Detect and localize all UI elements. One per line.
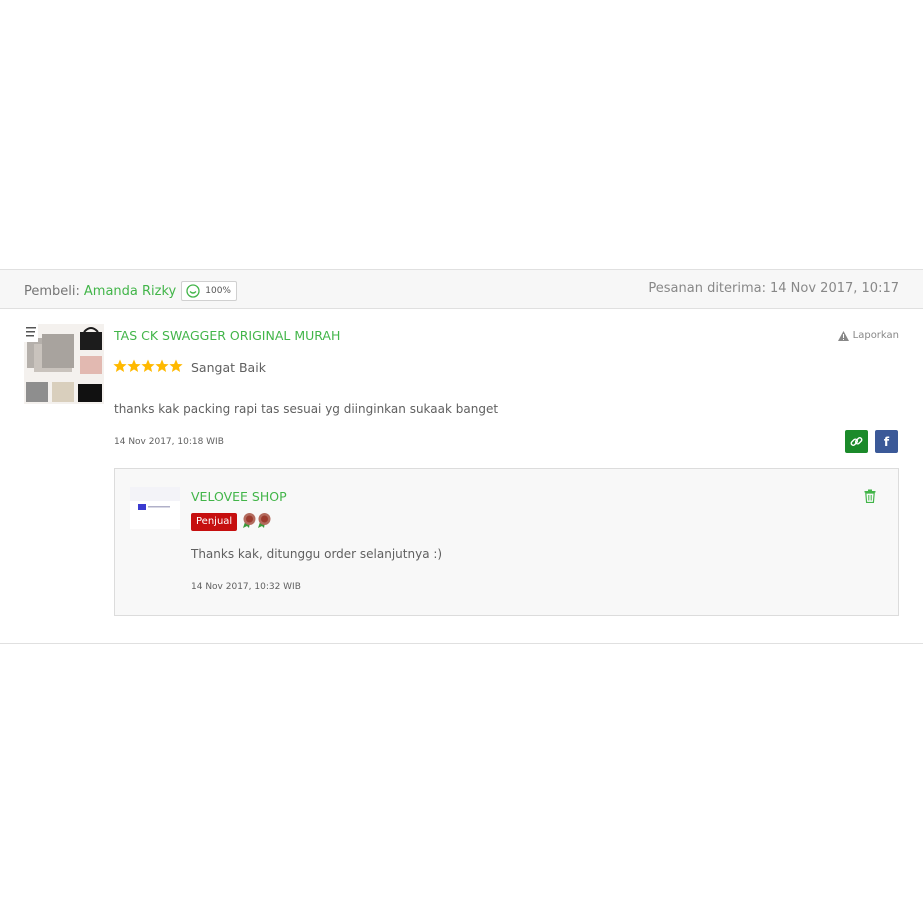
report-link[interactable]: Laporkan	[837, 330, 899, 341]
shop-logo	[130, 487, 180, 529]
facebook-share-button[interactable]: f	[875, 430, 898, 453]
reputation-badge[interactable]: 100%	[181, 281, 237, 301]
reputation-value: 100%	[205, 286, 231, 296]
star-icon	[141, 359, 155, 372]
smile-reputation-icon	[186, 284, 200, 298]
seller-badge: Penjual	[191, 513, 238, 531]
review-timestamp: 14 Nov 2017, 10:18 WIB	[114, 437, 224, 447]
buyer-name-link[interactable]: Amanda Rizky	[84, 284, 176, 299]
reply-message: Thanks kak, ditunggu order selanjutnya :…	[191, 547, 443, 561]
buyer-info: Pembeli: Amanda Rizky 100%	[24, 281, 237, 301]
rating-stars	[113, 359, 183, 373]
seller-medals[interactable]	[242, 512, 272, 529]
star-icon	[127, 359, 141, 372]
copy-link-button[interactable]	[845, 430, 868, 453]
order-date: 14 Nov 2017, 10:17	[770, 281, 899, 296]
star-icon	[169, 359, 183, 372]
delete-reply-button[interactable]	[864, 488, 876, 507]
reply-timestamp: 14 Nov 2017, 10:32 WIB	[191, 582, 301, 592]
review-header: Pembeli: Amanda Rizky 100% Pesanan diter…	[0, 270, 923, 309]
buyer-prefix: Pembeli:	[24, 283, 80, 299]
product-title-link[interactable]: TAS CK SWAGGER ORIGINAL MURAH	[114, 328, 340, 343]
review-card: Pembeli: Amanda Rizky 100% Pesanan diter…	[0, 269, 923, 644]
rating-label: Sangat Baik	[191, 360, 266, 375]
shop-avatar[interactable]	[130, 487, 180, 529]
product-image	[24, 324, 104, 404]
seller-reply: VELOVEE SHOP Penjual Thanks kak, ditungg…	[114, 468, 899, 616]
link-icon	[850, 437, 863, 446]
order-received: Pesanan diterima: 14 Nov 2017, 10:17	[648, 281, 899, 296]
review-message: thanks kak packing rapi tas sesuai yg di…	[114, 402, 499, 416]
star-icon	[155, 359, 169, 372]
order-label: Pesanan diterima:	[648, 281, 766, 296]
shop-name-link[interactable]: VELOVEE SHOP	[191, 489, 287, 504]
star-icon	[113, 359, 127, 372]
medal-icon	[258, 513, 271, 528]
product-thumbnail[interactable]	[24, 324, 104, 404]
facebook-icon: f	[883, 434, 890, 449]
report-label: Laporkan	[852, 330, 899, 341]
warning-icon	[837, 330, 849, 341]
medal-icon	[243, 513, 256, 528]
trash-icon	[864, 489, 876, 504]
